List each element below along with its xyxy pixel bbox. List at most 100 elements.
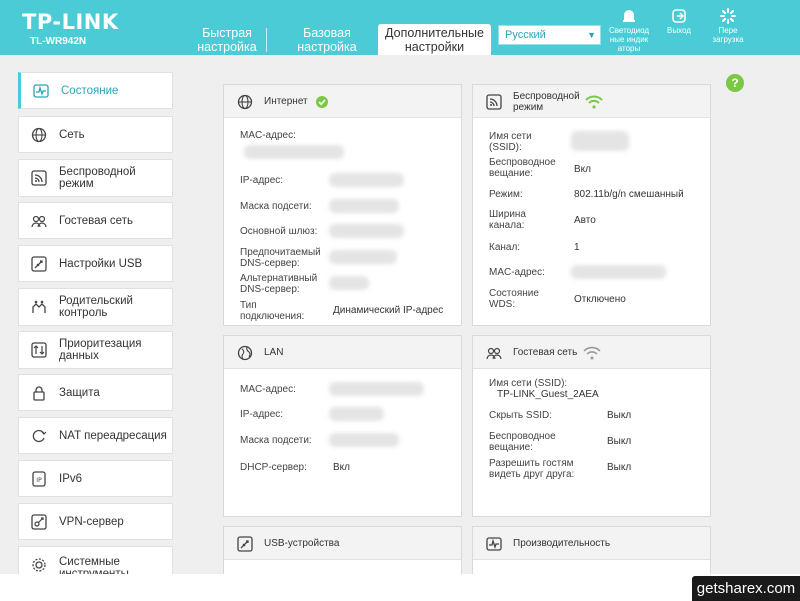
- wireless-card-header: Беспроводной режим: [473, 85, 710, 118]
- sidebar-item-label: VPN-сервер: [59, 515, 124, 528]
- guest-hide-value: Выкл: [607, 410, 632, 421]
- wireless-broadcast-value: Вкл: [574, 164, 591, 175]
- chevron-down-icon: ▼: [587, 30, 596, 40]
- wifi-icon: [585, 95, 603, 109]
- sidebar-item-wireless[interactable]: Беспроводной режим: [18, 159, 173, 197]
- top-header: TP-LINK TL-WR942N Быстрая настройка Базо…: [0, 0, 800, 55]
- sidebar-item-nat[interactable]: NAT переадресация: [18, 417, 173, 454]
- internet-conn-value: Динамический IP-адрес: [333, 305, 444, 316]
- sidebar-item-guest[interactable]: Гостевая сеть: [18, 202, 173, 239]
- sidebar-item-usb[interactable]: Настройки USB: [18, 245, 173, 282]
- performance-card-title: Производительность: [513, 538, 611, 549]
- guest-broadcast-label-line1: Беспроводное: [489, 431, 556, 442]
- wifi-icon: [583, 346, 601, 360]
- internet-mask-label: Маска подсети:: [240, 201, 312, 212]
- internet-gateway-value-redacted: [329, 224, 404, 238]
- sidebar-item-label: Системные инструменты: [59, 556, 129, 576]
- internet-mask-value-redacted: [329, 199, 399, 213]
- sidebar-item-security[interactable]: Защита: [18, 374, 173, 411]
- internet-dns1-label: Предпочитаемый DNS-сервер:: [240, 247, 321, 269]
- wireless-ssid-value-redacted: [571, 131, 629, 151]
- guest-ssid-value: TP-LINK_Guest_2AEA: [497, 389, 599, 400]
- guest-card-header: Гостевая сеть: [473, 336, 710, 369]
- internet-card-title: Интернет: [264, 96, 308, 107]
- sidebar-item-label: Настройки USB: [59, 257, 143, 270]
- help-button[interactable]: ?: [726, 74, 744, 92]
- sidebar-item-ipv6[interactable]: IP IPv6: [18, 460, 173, 497]
- wireless-mode-value: 802.11b/g/n смешанный: [574, 189, 684, 200]
- internet-conn-label-line1: Тип: [240, 300, 257, 311]
- lan-card-header: LAN: [224, 336, 461, 369]
- performance-card-header: Производительность: [473, 527, 710, 560]
- lan-card-title: LAN: [264, 347, 284, 358]
- guest-hide-label: Скрыть SSID:: [489, 410, 553, 421]
- usb-card-title: USB-устройства: [264, 538, 340, 549]
- lan-ip-label: IP-адрес:: [240, 409, 284, 420]
- nat-icon: [32, 429, 47, 443]
- sidebar-item-qos[interactable]: Приоритезация данных: [18, 331, 173, 369]
- sidebar-item-vpn[interactable]: VPN-сервер: [18, 503, 173, 540]
- internet-dns2-label-line2: DNS-сервер:: [240, 284, 300, 295]
- tab-basic-line2: настройка: [297, 40, 357, 54]
- wireless-card: Беспроводной режим Имя сети (SSID): Беспро…: [472, 84, 711, 326]
- guest-isolation-label: Разрешить гостям видеть друг друга:: [489, 458, 574, 480]
- internet-ip-value-redacted: [329, 173, 404, 187]
- internet-gateway-label: Основной шлюз:: [240, 226, 318, 237]
- wireless-card-title-line2: режим: [513, 101, 544, 113]
- wireless-ssid-label: Имя сети (SSID):: [489, 131, 532, 153]
- usb-icon: [237, 536, 253, 552]
- logout-button[interactable]: Выход: [661, 8, 697, 35]
- internet-dns1-label-line2: DNS-сервер:: [240, 258, 300, 269]
- check-icon: [316, 96, 328, 108]
- sidebar-item-system-tools[interactable]: Системные инструменты: [18, 546, 173, 576]
- sidebar-item-label: Приоритезация данных: [59, 338, 142, 362]
- led-button-line3: аторы: [617, 44, 641, 53]
- tab-basic[interactable]: Базовая настройка: [288, 24, 366, 55]
- globe-icon: [237, 345, 253, 361]
- internet-card-header: Интернет: [224, 85, 461, 118]
- tab-basic-line1: Базовая: [303, 26, 351, 40]
- model-name: TL-WR942N: [30, 36, 87, 47]
- reboot-button-line1: Пере: [718, 26, 738, 35]
- parental-icon: [32, 300, 46, 313]
- qos-icon: [31, 342, 47, 358]
- sidebar-item-label: Состояние: [61, 84, 119, 97]
- sidebar-item-status[interactable]: Состояние: [18, 72, 173, 109]
- tab-advanced[interactable]: Дополнительные настройки: [378, 24, 491, 55]
- vpn-icon: [31, 514, 47, 530]
- tab-quick-setup[interactable]: Быстрая настройка: [188, 24, 267, 55]
- reboot-icon: [720, 8, 736, 24]
- internet-card: Интернет MAC-адрес: IP-адрес: Маска подс…: [223, 84, 462, 326]
- wireless-width-label: Ширина канала:: [489, 209, 526, 231]
- internet-dns1-label-line1: Предпочитаемый: [240, 247, 321, 258]
- lan-mac-value-redacted: [329, 382, 424, 396]
- wireless-wds-label: Состояние WDS:: [489, 288, 539, 310]
- tab-quick-setup-line2: настройка: [197, 40, 257, 54]
- wireless-ssid-label-line1: Имя сети: [489, 131, 532, 142]
- reboot-button[interactable]: Пере загрузка: [706, 8, 750, 44]
- sidebar-item-network[interactable]: Сеть: [18, 116, 173, 153]
- watermark: getsharex.com: [692, 576, 800, 601]
- wireless-width-label-line2: канала:: [489, 220, 525, 231]
- lan-dhcp-value: Вкл: [333, 462, 350, 473]
- language-select-value: Русский: [505, 29, 546, 41]
- sidebar-item-label: Защита: [59, 386, 100, 399]
- wireless-broadcast-label: Беспроводное вещание:: [489, 157, 556, 179]
- sidebar-item-label: NAT переадресация: [59, 429, 167, 442]
- led-button-line2: ные индик: [609, 35, 649, 44]
- tab-advanced-line1: Дополнительные: [385, 26, 484, 40]
- wireless-channel-value: 1: [574, 242, 580, 253]
- wireless-channel-label: Канал:: [489, 242, 521, 253]
- wireless-mac-label: MAC-адрес:: [489, 267, 545, 278]
- lan-ip-value-redacted: [329, 407, 384, 421]
- wireless-broadcast-label-line1: Беспроводное: [489, 157, 556, 168]
- usb-card-header: USB-устройства: [224, 527, 461, 560]
- sidebar-item-label: Сеть: [59, 128, 85, 141]
- led-button[interactable]: Светодиод ные индик аторы: [606, 8, 652, 53]
- tab-advanced-line2: настройки: [404, 40, 465, 54]
- guest-isolation-label-line2: видеть друг друга:: [489, 469, 575, 480]
- language-select[interactable]: Русский ▼: [498, 25, 601, 45]
- sidebar-item-parental[interactable]: Родительский контроль: [18, 288, 173, 326]
- lock-icon: [33, 386, 45, 401]
- performance-icon: [486, 537, 502, 551]
